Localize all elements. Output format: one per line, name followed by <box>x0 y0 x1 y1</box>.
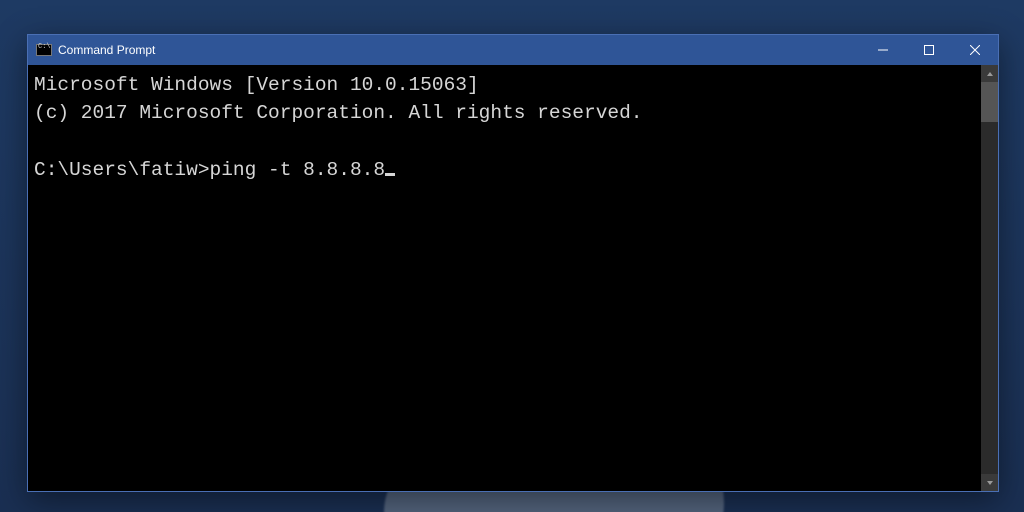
command-prompt-window: Command Prompt Microsoft Windows [Versio… <box>27 34 999 492</box>
desktop-background: Command Prompt Microsoft Windows [Versio… <box>0 0 1024 512</box>
terminal-output[interactable]: Microsoft Windows [Version 10.0.15063] (… <box>28 65 981 491</box>
client-area: Microsoft Windows [Version 10.0.15063] (… <box>28 65 998 491</box>
titlebar[interactable]: Command Prompt <box>28 35 998 65</box>
scroll-down-button[interactable] <box>981 474 998 491</box>
vertical-scrollbar[interactable] <box>981 65 998 491</box>
maximize-button[interactable] <box>906 35 952 65</box>
copyright-line: (c) 2017 Microsoft Corporation. All righ… <box>34 102 643 124</box>
version-line: Microsoft Windows [Version 10.0.15063] <box>34 74 479 96</box>
prompt-path: C:\Users\fatiw> <box>34 159 210 181</box>
minimize-button[interactable] <box>860 35 906 65</box>
window-title: Command Prompt <box>58 43 155 57</box>
typed-command: ping -t 8.8.8.8 <box>210 159 386 181</box>
scroll-thumb[interactable] <box>981 82 998 122</box>
scroll-up-button[interactable] <box>981 65 998 82</box>
text-cursor <box>385 173 395 176</box>
close-button[interactable] <box>952 35 998 65</box>
cmd-icon <box>36 44 52 56</box>
